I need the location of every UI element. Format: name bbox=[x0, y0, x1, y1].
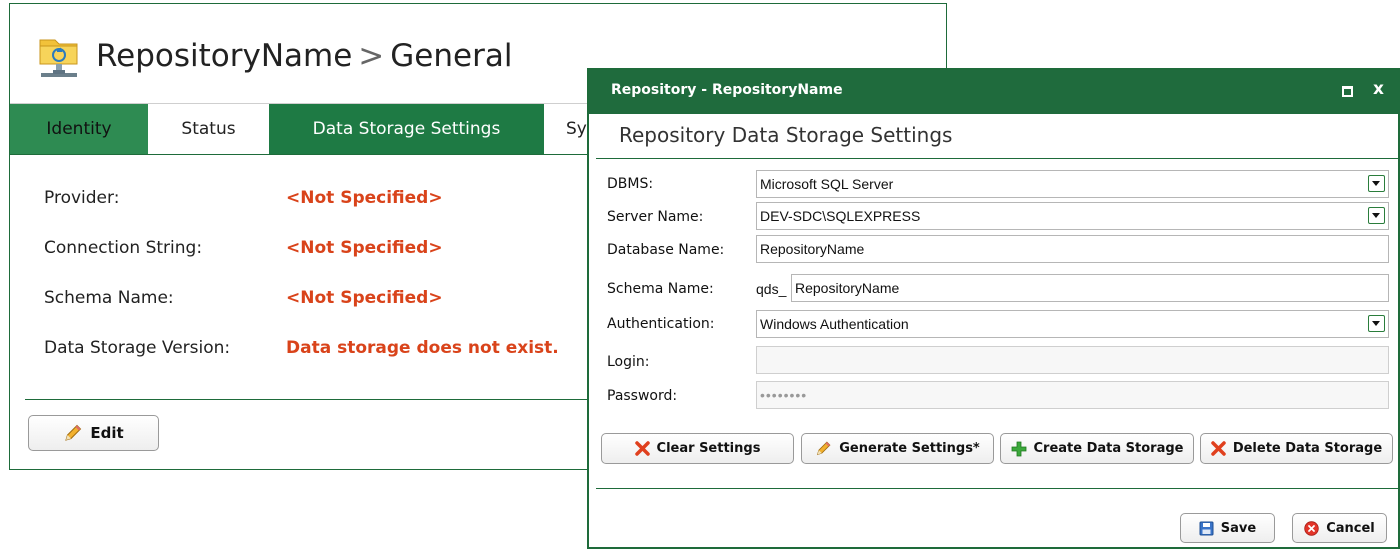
save-label: Save bbox=[1220, 520, 1257, 536]
schema-name-value: RepositoryName bbox=[795, 280, 900, 296]
clear-settings-label: Clear Settings bbox=[656, 441, 761, 456]
dbms-label: DBMS: bbox=[607, 176, 654, 192]
footer-divider bbox=[596, 488, 1400, 489]
delete-data-storage-button[interactable]: Delete Data Storage bbox=[1200, 433, 1393, 464]
schema-prefix: qds_ bbox=[756, 281, 787, 297]
login-input[interactable] bbox=[756, 346, 1389, 374]
schema-name-value: <Not Specified> bbox=[286, 288, 443, 308]
cancel-label: Cancel bbox=[1326, 520, 1375, 536]
dialog-title: Repository - RepositoryName bbox=[611, 82, 843, 98]
connection-string-label: Connection String: bbox=[44, 238, 203, 258]
pencil-icon bbox=[817, 441, 831, 456]
database-name-value: RepositoryName bbox=[760, 241, 865, 257]
database-name-label: Database Name: bbox=[607, 242, 725, 258]
provider-label: Provider: bbox=[44, 188, 120, 208]
generate-settings-button[interactable]: Generate Settings* bbox=[801, 433, 994, 464]
server-name-label: Server Name: bbox=[607, 209, 704, 225]
clear-settings-button[interactable]: Clear Settings bbox=[601, 433, 794, 464]
tab-data-storage-settings[interactable]: Data Storage Settings bbox=[269, 104, 544, 154]
maximize-icon[interactable] bbox=[1342, 86, 1353, 97]
data-storage-dialog: Repository - RepositoryName x Repository… bbox=[587, 68, 1400, 549]
repository-folder-icon bbox=[39, 39, 78, 77]
save-disk-icon bbox=[1199, 521, 1214, 535]
pencil-icon bbox=[65, 424, 82, 441]
password-label: Password: bbox=[607, 388, 678, 404]
title-page: General bbox=[390, 38, 513, 74]
connection-string-value: <Not Specified> bbox=[286, 238, 443, 258]
data-storage-version-label: Data Storage Version: bbox=[44, 338, 231, 358]
authentication-select[interactable]: Windows Authentication bbox=[756, 310, 1389, 338]
dialog-titlebar[interactable]: Repository - RepositoryName x bbox=[589, 70, 1400, 114]
cancel-button[interactable]: Cancel bbox=[1292, 513, 1387, 543]
page-title: RepositoryName > General bbox=[96, 38, 512, 74]
data-storage-version-value: Data storage does not exist. bbox=[286, 338, 559, 358]
divider bbox=[25, 399, 625, 400]
heading-divider bbox=[596, 158, 1400, 159]
delete-data-storage-label: Delete Data Storage bbox=[1232, 441, 1383, 456]
edit-label: Edit bbox=[90, 424, 124, 442]
authentication-value: Windows Authentication bbox=[760, 316, 909, 332]
red-x-icon bbox=[634, 441, 650, 456]
dbms-value: Microsoft SQL Server bbox=[760, 176, 894, 192]
database-name-input[interactable]: RepositoryName bbox=[756, 235, 1389, 263]
tab-status[interactable]: Status bbox=[148, 104, 269, 154]
password-input[interactable]: •••••••• bbox=[756, 381, 1389, 409]
schema-name-input[interactable]: RepositoryName bbox=[791, 274, 1389, 302]
login-label: Login: bbox=[607, 354, 650, 370]
dropdown-arrow-icon[interactable] bbox=[1368, 207, 1385, 224]
password-value: •••••••• bbox=[760, 387, 808, 403]
dialog-heading: Repository Data Storage Settings bbox=[619, 123, 953, 147]
dropdown-arrow-icon[interactable] bbox=[1368, 315, 1385, 332]
dbms-select[interactable]: Microsoft SQL Server bbox=[756, 170, 1389, 198]
provider-value: <Not Specified> bbox=[286, 188, 443, 208]
green-plus-icon bbox=[1011, 441, 1026, 456]
edit-button[interactable]: Edit bbox=[28, 415, 159, 451]
server-name-value: DEV-SDC\SQLEXPRESS bbox=[760, 208, 921, 224]
breadcrumb-separator: > bbox=[358, 38, 385, 74]
dropdown-arrow-icon[interactable] bbox=[1368, 175, 1385, 192]
create-data-storage-button[interactable]: Create Data Storage bbox=[1000, 433, 1194, 464]
close-icon[interactable]: x bbox=[1373, 79, 1384, 99]
title-repository: RepositoryName bbox=[96, 38, 353, 74]
server-name-select[interactable]: DEV-SDC\SQLEXPRESS bbox=[756, 202, 1389, 230]
save-button[interactable]: Save bbox=[1180, 513, 1275, 543]
red-x-icon bbox=[1211, 441, 1226, 456]
schema-name-label: Schema Name: bbox=[607, 281, 714, 297]
generate-settings-label: Generate Settings* bbox=[839, 441, 980, 456]
create-data-storage-label: Create Data Storage bbox=[1033, 441, 1184, 456]
authentication-label: Authentication: bbox=[607, 316, 715, 332]
schema-name-label: Schema Name: bbox=[44, 288, 174, 308]
tab-identity[interactable]: Identity bbox=[10, 104, 148, 154]
cancel-circle-icon bbox=[1304, 520, 1319, 536]
